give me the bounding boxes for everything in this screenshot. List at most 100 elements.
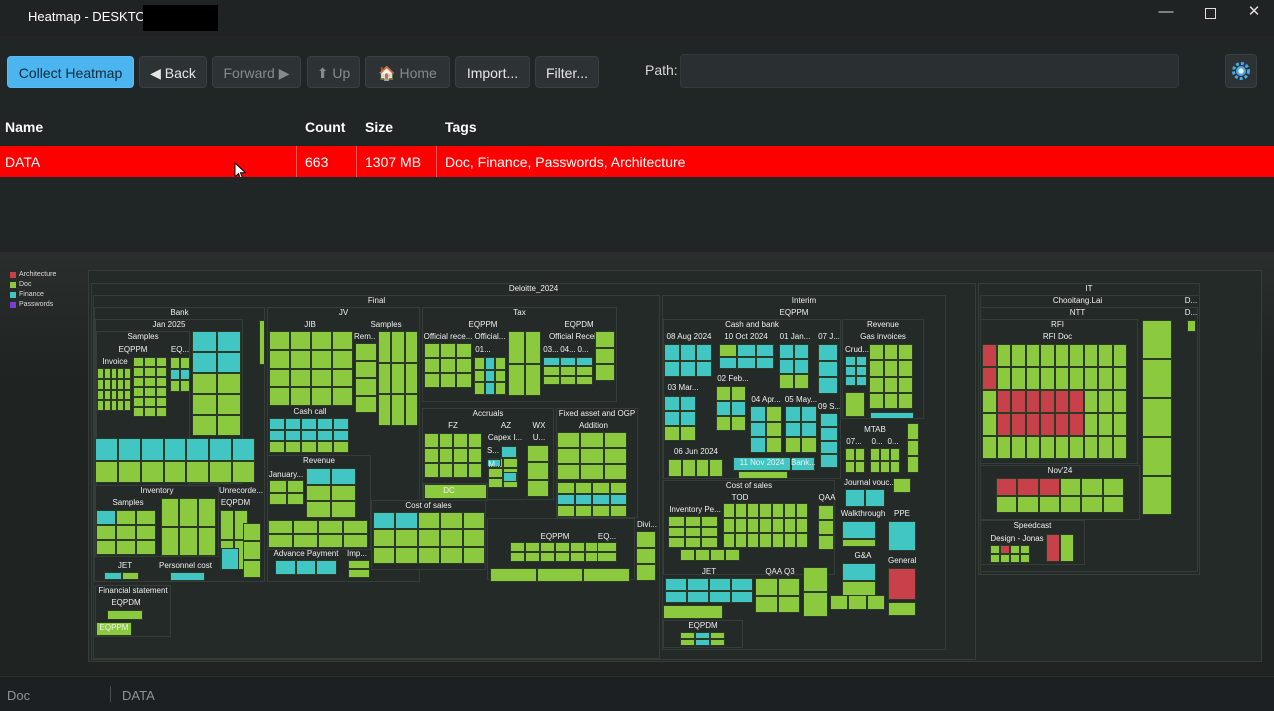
treemap-file-tile[interactable] — [710, 632, 725, 639]
treemap-file-tile[interactable] — [180, 357, 190, 369]
treemap-file-tile[interactable] — [609, 482, 627, 494]
treemap-file-tile[interactable] — [856, 376, 867, 386]
treemap-file-tile[interactable] — [484, 369, 496, 383]
treemap-file-tile[interactable] — [144, 387, 156, 397]
treemap-file-tile[interactable] — [525, 552, 540, 562]
treemap-file-tile[interactable] — [898, 360, 913, 377]
treemap-file-tile[interactable] — [1054, 390, 1069, 413]
treemap-file-tile[interactable] — [595, 331, 615, 348]
treemap-file-tile[interactable] — [1142, 476, 1172, 515]
treemap-file-tile[interactable] — [316, 560, 337, 575]
treemap-file-tile[interactable] — [97, 400, 104, 411]
treemap-file-tile[interactable] — [818, 535, 834, 550]
treemap-file-tile[interactable] — [170, 357, 180, 369]
treemap-file-tile[interactable] — [332, 331, 353, 350]
treemap-file-tile[interactable] — [155, 397, 167, 407]
treemap-file-tile[interactable] — [766, 437, 782, 453]
treemap-file-tile[interactable] — [133, 397, 145, 407]
treemap-file-tile[interactable] — [355, 378, 377, 396]
treemap-file-tile[interactable] — [317, 429, 333, 442]
treemap-file-tile[interactable] — [1069, 413, 1084, 436]
treemap-file-tile[interactable] — [785, 406, 801, 422]
treemap-file-tile[interactable] — [1142, 320, 1172, 359]
treemap-file-tile[interactable] — [155, 387, 167, 397]
treemap-file-tile[interactable] — [348, 560, 370, 569]
treemap-file-tile[interactable] — [155, 377, 167, 387]
treemap-file-tile[interactable] — [735, 503, 748, 518]
treemap-file-tile[interactable] — [888, 568, 916, 600]
treemap-file-tile[interactable] — [866, 595, 885, 610]
treemap-file-tile[interactable] — [508, 331, 525, 364]
treemap-file-tile[interactable] — [783, 518, 796, 533]
treemap-file-tile[interactable] — [378, 331, 392, 363]
treemap-file-tile[interactable] — [890, 460, 900, 473]
treemap-file-tile[interactable] — [378, 362, 392, 395]
column-header-name[interactable]: Name — [5, 119, 43, 135]
treemap-file-tile[interactable] — [269, 331, 290, 350]
column-header-count[interactable]: Count — [305, 119, 345, 135]
treemap-file-tile[interactable] — [510, 542, 525, 552]
treemap-file-tile[interactable] — [1083, 436, 1098, 459]
treemap-file-tile[interactable] — [510, 552, 525, 562]
treemap-file-tile[interactable] — [136, 525, 156, 540]
up-button[interactable]: ⬆ Up — [307, 56, 360, 88]
treemap-file-tile[interactable] — [331, 501, 356, 518]
treemap-file-tile[interactable] — [117, 460, 141, 483]
treemap-file-tile[interactable] — [1112, 344, 1127, 367]
treemap-file-tile[interactable] — [318, 520, 343, 534]
treemap-file-tile[interactable] — [110, 368, 118, 379]
treemap-file-tile[interactable] — [484, 382, 496, 395]
treemap-file-tile[interactable] — [1025, 390, 1040, 413]
treemap-file-tile[interactable] — [391, 331, 405, 363]
treemap-file-tile[interactable] — [391, 394, 405, 426]
treemap-file-tile[interactable] — [110, 378, 118, 390]
treemap-file-tile[interactable] — [269, 368, 290, 388]
treemap-file-tile[interactable] — [794, 374, 809, 389]
treemap-file-tile[interactable] — [220, 510, 234, 540]
treemap-file-tile[interactable] — [1142, 398, 1172, 437]
treemap-file-tile[interactable] — [124, 368, 131, 379]
treemap-file-tile[interactable] — [391, 362, 405, 395]
treemap-file-tile[interactable] — [794, 344, 809, 359]
treemap-file-tile[interactable] — [1098, 344, 1113, 367]
treemap-file-tile[interactable] — [1040, 367, 1055, 390]
treemap-file-tile[interactable] — [592, 505, 610, 517]
treemap-file-tile[interactable] — [820, 454, 838, 468]
treemap-file-tile[interactable] — [467, 463, 482, 478]
treemap-file-tile[interactable] — [701, 537, 718, 548]
treemap-file-tile[interactable] — [286, 480, 304, 493]
treemap-file-tile[interactable] — [771, 503, 784, 518]
treemap-file-tile[interactable] — [216, 415, 241, 436]
treemap-file-tile[interactable] — [759, 518, 772, 533]
treemap-file-tile[interactable] — [1102, 478, 1124, 496]
treemap-file-tile[interactable] — [331, 468, 356, 485]
treemap-file-tile[interactable] — [710, 549, 725, 561]
treemap-file-tile[interactable] — [680, 632, 695, 639]
treemap-file-tile[interactable] — [684, 526, 702, 538]
treemap-file-tile[interactable] — [285, 418, 301, 430]
treemap-file-tile[interactable] — [103, 400, 111, 411]
treemap-file-tile[interactable] — [440, 546, 463, 564]
treemap-file-tile[interactable] — [373, 546, 396, 564]
treemap-file-tile[interactable] — [96, 525, 116, 540]
treemap-file-tile[interactable] — [395, 512, 418, 530]
treemap-file-tile[interactable] — [140, 438, 164, 461]
treemap-file-tile[interactable] — [845, 448, 855, 461]
treemap-file-tile[interactable] — [216, 331, 241, 352]
treemap-file-tile[interactable] — [755, 595, 778, 613]
treemap-file-tile[interactable] — [117, 438, 141, 461]
treemap-file-tile[interactable] — [570, 542, 585, 552]
treemap-file-tile[interactable] — [373, 512, 396, 530]
treemap-file-tile[interactable] — [996, 367, 1011, 390]
treemap-file-tile[interactable] — [557, 482, 575, 494]
treemap-file-tile[interactable] — [723, 533, 736, 548]
treemap-file-tile[interactable] — [559, 357, 577, 367]
treemap-file-tile[interactable] — [855, 460, 865, 473]
treemap-file-tile[interactable] — [96, 510, 116, 525]
treemap-file-tile[interactable] — [574, 482, 592, 494]
treemap-file-tile[interactable] — [680, 396, 696, 411]
treemap-file-tile[interactable] — [527, 445, 549, 463]
treemap-file-tile[interactable] — [574, 493, 592, 506]
treemap-file-tile[interactable] — [695, 639, 710, 646]
treemap-file-tile[interactable] — [536, 568, 584, 582]
